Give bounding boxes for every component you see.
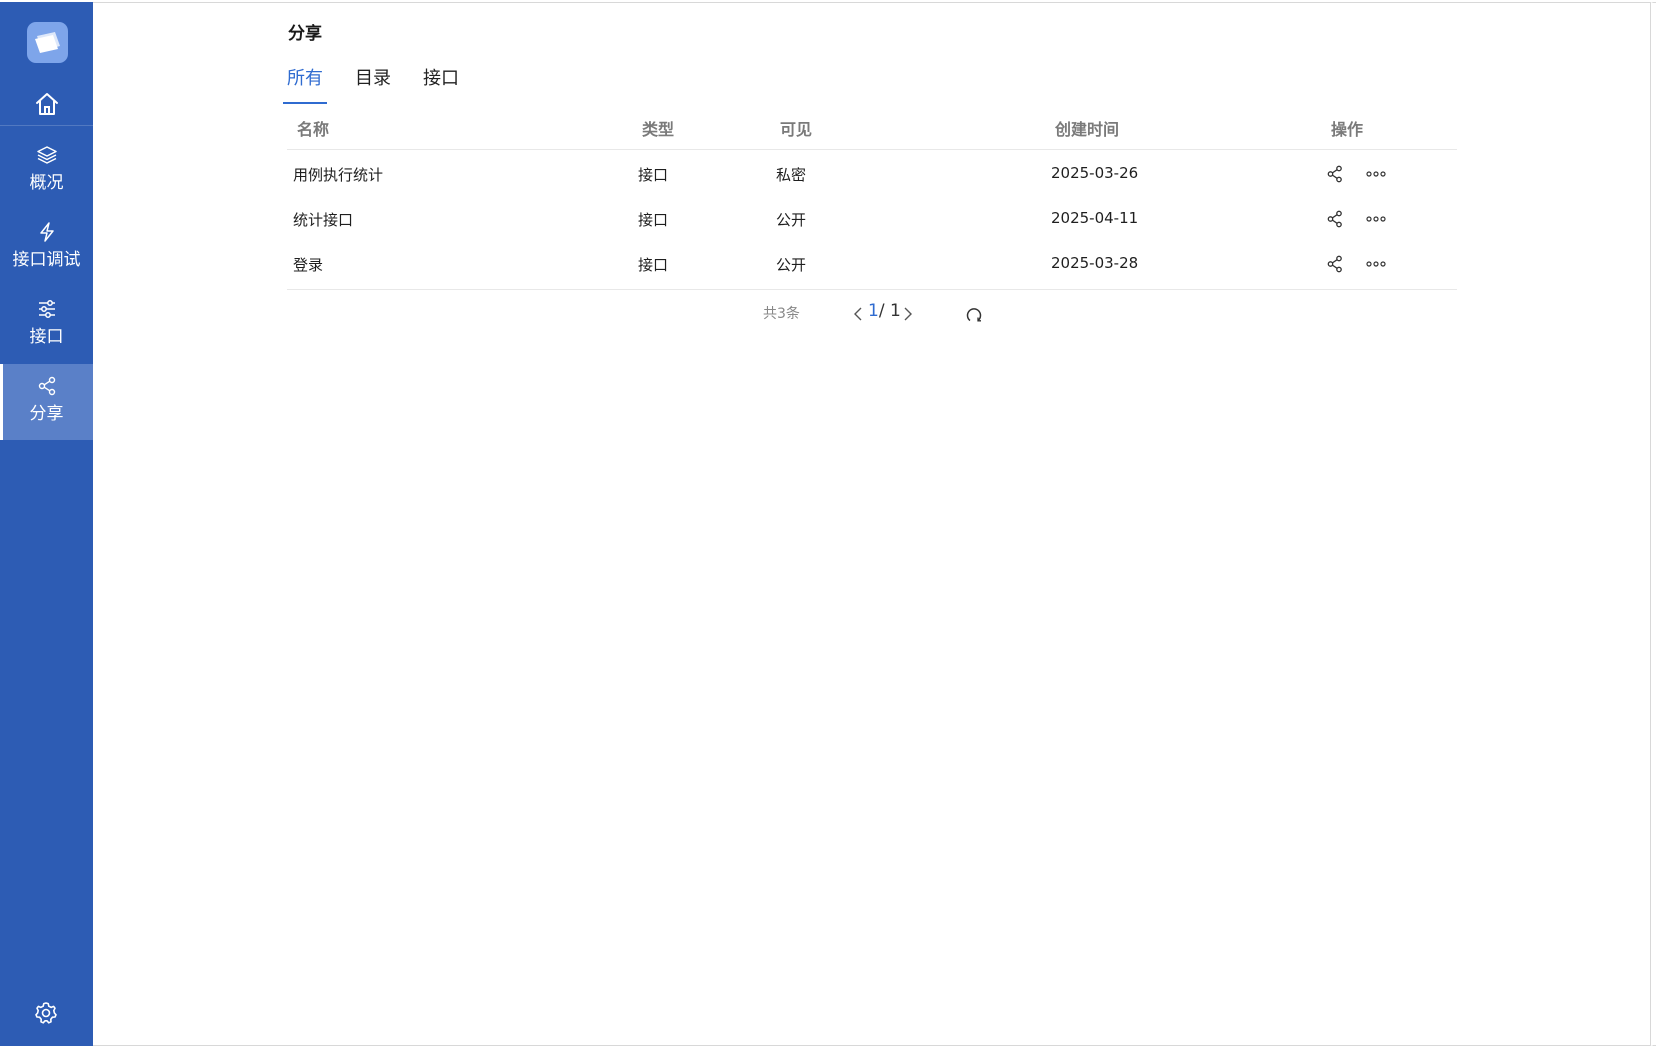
tab-directory[interactable]: 目录	[355, 66, 391, 104]
cell-type: 接口	[638, 166, 669, 184]
more-icon	[1366, 261, 1386, 267]
home-icon	[36, 93, 58, 115]
table-row[interactable]: 统计接口 接口 公开 2025-04-11	[287, 197, 1457, 242]
settings-button[interactable]	[33, 1000, 59, 1030]
tab-bar: 所有 目录 接口	[283, 66, 491, 104]
sidebar-item-label: 分享	[29, 404, 64, 424]
prev-page-button[interactable]	[852, 306, 864, 326]
more-action-button[interactable]	[1365, 254, 1387, 278]
cell-created: 2025-04-11	[1051, 209, 1139, 227]
next-page-button[interactable]	[902, 306, 914, 326]
share-icon	[1327, 165, 1342, 183]
share-icon	[1327, 255, 1342, 273]
cell-name[interactable]: 统计接口	[293, 209, 353, 230]
cell-type: 接口	[638, 211, 669, 229]
cloud-logo-icon	[35, 32, 60, 53]
app-window: 概况 接口调试 接口 分享 分享 所有 目录 接口 名称 类型 可见 创建时间 …	[0, 0, 1656, 1049]
app-logo[interactable]	[27, 22, 68, 63]
page-indicator: 1/ 1	[868, 301, 901, 321]
page-title: 分享	[288, 24, 322, 44]
total-count: 共3条	[763, 306, 800, 322]
gear-icon	[35, 1002, 57, 1024]
chevron-left-icon	[854, 307, 862, 321]
cell-visibility: 私密	[776, 166, 807, 184]
cell-name[interactable]: 用例执行统计	[293, 164, 383, 185]
refresh-button[interactable]	[965, 306, 983, 328]
cell-visibility: 公开	[776, 256, 807, 274]
lightning-icon	[39, 222, 54, 242]
sidebar-item-overview[interactable]: 概况	[0, 133, 93, 209]
share-icon	[38, 376, 55, 396]
window-edge	[1650, 2, 1656, 1046]
layers-icon	[36, 146, 57, 164]
share-action-button[interactable]	[1325, 164, 1345, 188]
column-header-created[interactable]: 创建时间	[1055, 116, 1119, 140]
share-action-button[interactable]	[1325, 209, 1345, 233]
bottom-border	[93, 1045, 1656, 1046]
tab-api[interactable]: 接口	[423, 66, 459, 104]
more-icon	[1366, 216, 1386, 222]
cell-name[interactable]: 登录	[293, 254, 323, 275]
sidebar-item-share[interactable]: 分享	[0, 364, 93, 440]
pagination: 共3条 1/ 1	[0, 301, 1656, 328]
sidebar-item-label: 接口调试	[12, 250, 81, 270]
refresh-icon	[966, 308, 982, 322]
table-header: 名称 类型 可见 创建时间 操作	[287, 108, 1457, 150]
column-header-name[interactable]: 名称	[297, 116, 329, 140]
cell-type: 接口	[638, 256, 669, 274]
column-header-visibility[interactable]: 可见	[780, 116, 812, 140]
share-icon	[1327, 210, 1342, 228]
chevron-right-icon	[904, 307, 912, 321]
top-border	[93, 2, 1656, 3]
more-icon	[1366, 171, 1386, 177]
home-button[interactable]	[0, 84, 93, 126]
sidebar-item-label: 接口	[29, 327, 64, 347]
more-action-button[interactable]	[1365, 164, 1387, 188]
column-header-actions: 操作	[1331, 120, 1364, 139]
tab-all[interactable]: 所有	[283, 66, 327, 104]
more-action-button[interactable]	[1365, 209, 1387, 233]
share-action-button[interactable]	[1325, 254, 1345, 278]
table-body: 用例执行统计 接口 私密 2025-03-26 统计接口 接口 公开 2025-…	[287, 150, 1457, 290]
total-pages: / 1	[878, 301, 901, 321]
table-row[interactable]: 登录 接口 公开 2025-03-28	[287, 242, 1457, 287]
cell-created: 2025-03-28	[1051, 254, 1139, 272]
table-row[interactable]: 用例执行统计 接口 私密 2025-03-26	[287, 152, 1457, 197]
sidebar: 概况 接口调试 接口 分享	[0, 2, 93, 1046]
cell-created: 2025-03-26	[1051, 164, 1139, 182]
share-table: 名称 类型 可见 创建时间 操作 用例执行统计 接口 私密 2025-03-26	[287, 108, 1457, 290]
sidebar-item-label: 概况	[29, 173, 64, 193]
column-header-type[interactable]: 类型	[642, 116, 674, 140]
cell-visibility: 公开	[776, 211, 807, 229]
sidebar-item-api[interactable]: 接口	[0, 287, 93, 363]
sidebar-item-api-debug[interactable]: 接口调试	[0, 210, 93, 286]
current-page[interactable]: 1	[868, 301, 879, 321]
